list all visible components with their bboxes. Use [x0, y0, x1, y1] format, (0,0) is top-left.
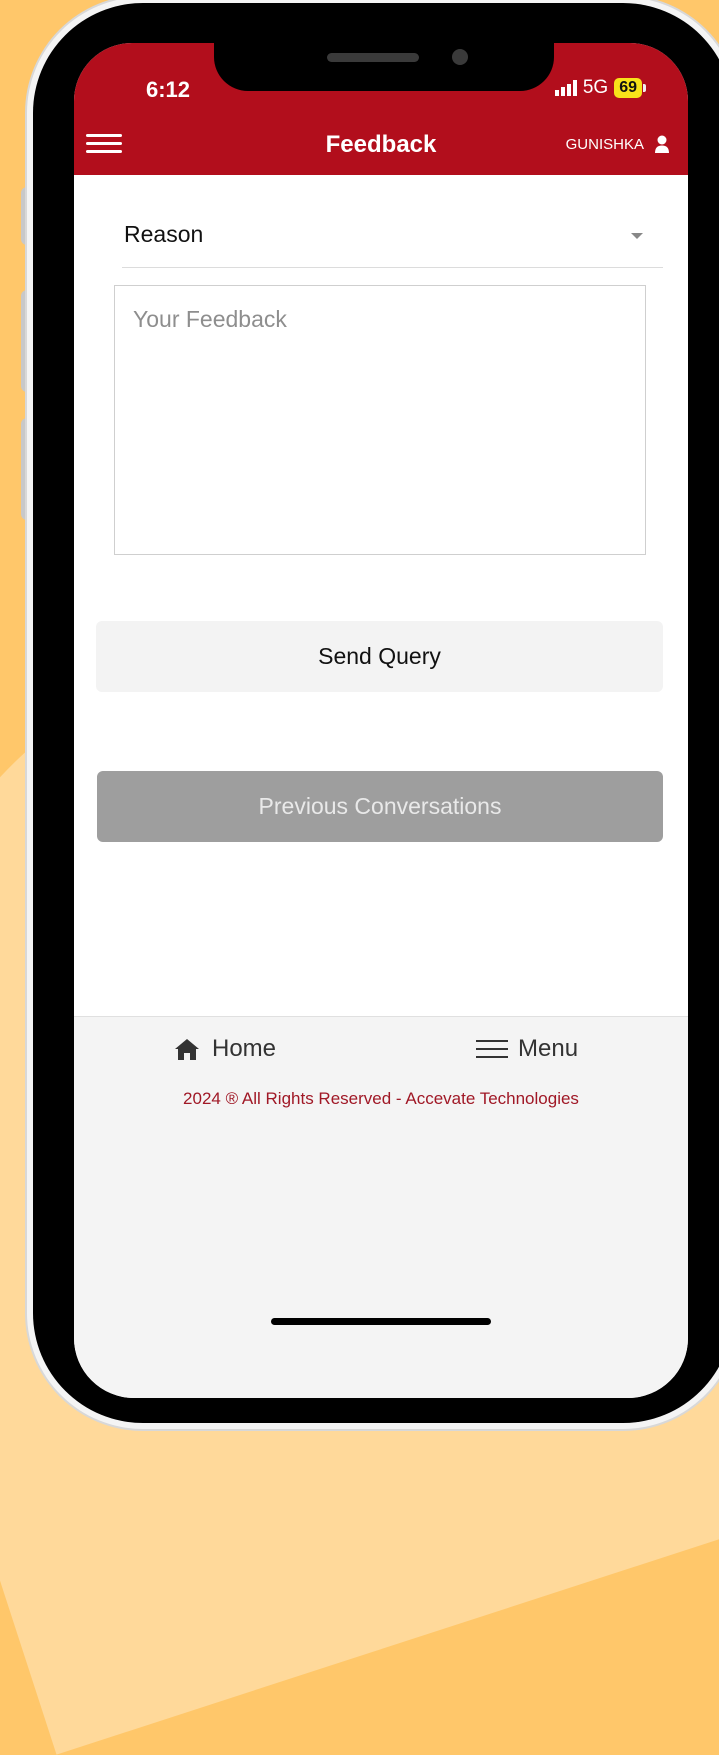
reason-label: Reason: [124, 221, 204, 247]
status-time: 6:12: [146, 77, 191, 102]
previous-conversations-button[interactable]: Previous Conversations: [97, 771, 663, 842]
home-indicator[interactable]: [271, 1318, 491, 1325]
chevron-down-icon: [631, 233, 643, 239]
menu-label: Menu: [518, 1035, 579, 1062]
menu-lines-icon: [476, 1040, 508, 1058]
reason-dropdown[interactable]: Reason: [122, 211, 663, 268]
battery-tip: [643, 84, 646, 92]
copyright-text: 2024 ® All Rights Reserved - Accevate Te…: [183, 1089, 579, 1108]
battery-icon: 69: [614, 78, 642, 98]
signal-icon: [554, 80, 577, 96]
front-camera: [452, 49, 468, 65]
send-query-button[interactable]: Send Query: [96, 621, 663, 692]
user-name[interactable]: GUNISHKA: [566, 136, 644, 153]
network-type: 5G: [582, 77, 609, 98]
phone-notch: [214, 43, 554, 91]
status-indicators: 5G 69: [554, 77, 646, 99]
menu-nav-item[interactable]: Menu: [476, 1035, 578, 1063]
speaker-grille: [327, 53, 419, 62]
user-icon[interactable]: [652, 134, 672, 154]
home-nav-item[interactable]: Home: [174, 1035, 276, 1063]
phone-screen: 6:12 5G 69 Feedback GUNISHKA Reason Send…: [74, 43, 688, 1398]
home-label: Home: [212, 1035, 277, 1062]
app-header: 6:12 5G 69 Feedback GUNISHKA: [74, 43, 688, 175]
feedback-textarea[interactable]: [114, 285, 646, 555]
home-icon: [175, 1039, 199, 1060]
bottom-nav: Home Menu 2024 ® All Rights Reserved - A…: [74, 1016, 688, 1398]
